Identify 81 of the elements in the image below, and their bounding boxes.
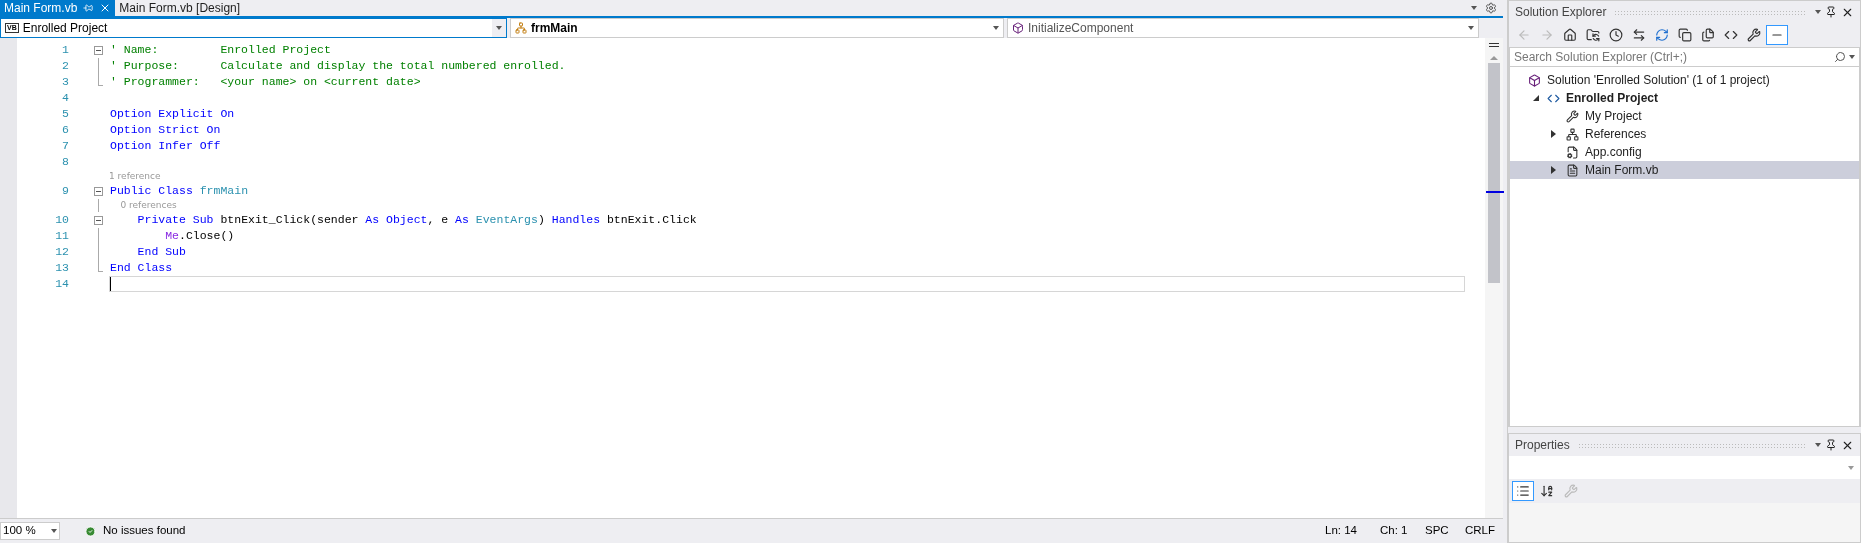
menu-caret-icon: [1815, 10, 1821, 14]
line-number: 6: [61, 122, 69, 139]
code-text: Option Strict On: [110, 122, 221, 139]
vertical-scrollbar[interactable]: [1485, 38, 1503, 518]
editor-tab[interactable]: Main Form.vb [Design]: [115, 0, 245, 16]
zoom-dropdown[interactable]: 100 %: [0, 522, 60, 540]
dropdown-caret-icon: [1849, 55, 1855, 59]
tree-item[interactable]: App.config: [1510, 143, 1859, 161]
list-icon[interactable]: [1512, 481, 1534, 501]
line-number: 9: [61, 183, 69, 200]
tree-item-label: References: [1585, 126, 1647, 143]
issues-status[interactable]: No issues found: [103, 522, 186, 540]
references-icon: [1566, 127, 1579, 141]
text-cursor: [110, 277, 111, 291]
code-text: End Class: [110, 260, 173, 277]
line-indicator: Ln: 14: [1325, 523, 1358, 539]
config-file-icon: [1566, 145, 1579, 159]
line-number: 1: [61, 42, 69, 59]
member-dropdown[interactable]: InitializeComponent: [1007, 18, 1479, 38]
collapsed-arrow-icon[interactable]: [1551, 130, 1556, 138]
line-number: 5: [61, 106, 69, 123]
code-text: ' Programmer: <your name> on <current date>: [110, 74, 421, 91]
check-icon: [85, 525, 96, 537]
line-number: 10: [54, 212, 69, 229]
tree-item[interactable]: My Project: [1510, 107, 1859, 125]
dropdown-caret-icon: [1468, 26, 1474, 30]
dropdown-caret-icon: [496, 26, 502, 30]
line-ending-indicator: CRLF: [1465, 523, 1497, 539]
dropdown-caret-icon: [1848, 465, 1854, 470]
pane-title: Properties: [1515, 437, 1570, 454]
tree-item-label: Enrolled Project: [1566, 90, 1659, 107]
tree-item-label: My Project: [1585, 108, 1642, 125]
menu-caret-icon: [1815, 443, 1821, 447]
tree-item[interactable]: Solution 'Enrolled Solution' (1 of 1 project): [1510, 71, 1859, 89]
column-indicator: Ch: 1: [1380, 523, 1409, 539]
tree-item[interactable]: References: [1510, 125, 1859, 143]
line-number: 14: [54, 276, 69, 293]
tab-list-caret-icon: [1471, 6, 1477, 10]
pane-title: Solution Explorer: [1515, 4, 1607, 21]
caret-position-marker: [1486, 191, 1504, 193]
tree-item-label: Solution 'Enrolled Solution' (1 of 1 project): [1547, 72, 1770, 89]
code-text: Option Explicit On: [110, 106, 235, 123]
tree-item-label: App.config: [1585, 144, 1642, 161]
dropdown-caret-icon: [51, 529, 57, 533]
settings-icon[interactable]: [1485, 2, 1497, 14]
line-number: 13: [54, 260, 69, 277]
collapse-icon[interactable]: [93, 215, 103, 225]
wrench-icon: [1566, 109, 1579, 123]
search-field[interactable]: Search Solution Explorer (Ctrl+;): [1509, 47, 1860, 67]
whitespace-indicator: SPC: [1425, 523, 1450, 539]
line-number: 2: [61, 58, 69, 75]
pin-icon[interactable]: [1825, 439, 1837, 451]
dropdown-caret-icon: [993, 26, 999, 30]
collapse-icon[interactable]: [93, 45, 103, 55]
line-number: 11: [54, 228, 69, 245]
code-text: ' Purpose: Calculate and display the total numbered enrolled.: [110, 58, 566, 75]
search-icon[interactable]: [1834, 51, 1846, 63]
form-icon: [1566, 163, 1579, 177]
line-number: 7: [61, 138, 69, 155]
class-icon: [515, 22, 527, 34]
line-number: 12: [54, 244, 69, 261]
expanded-arrow-icon[interactable]: [1533, 95, 1539, 101]
tree-item[interactable]: Enrolled Project: [1510, 89, 1859, 107]
solution-icon: [1528, 73, 1541, 87]
code-text: Private Sub btnExit_Click(sender As Object, e As EventArgs) Handles btnExit.Click: [136, 212, 697, 229]
search-input[interactable]: Search Solution Explorer (Ctrl+;): [1514, 48, 1834, 66]
collapsed-arrow-icon[interactable]: [1551, 166, 1556, 174]
line-number: 4: [61, 90, 69, 107]
code-text: End Sub: [136, 244, 186, 261]
tree-item[interactable]: Main Form.vb: [1510, 161, 1859, 179]
code-text: Option Infer Off: [110, 138, 221, 155]
code-text: Me.Close(): [164, 228, 235, 245]
pin-icon[interactable]: [1825, 6, 1837, 18]
class-dropdown[interactable]: frmMain: [510, 18, 1004, 38]
line-number: 3: [61, 74, 69, 91]
code-text: Public Class frmMain: [110, 183, 249, 200]
line-number: 8: [61, 154, 69, 171]
tree-item-label: Main Form.vb: [1585, 162, 1659, 179]
cube-icon: [1012, 22, 1024, 34]
code-text: ' Name: Enrolled Project: [110, 42, 331, 59]
collapse-icon[interactable]: [93, 186, 103, 196]
